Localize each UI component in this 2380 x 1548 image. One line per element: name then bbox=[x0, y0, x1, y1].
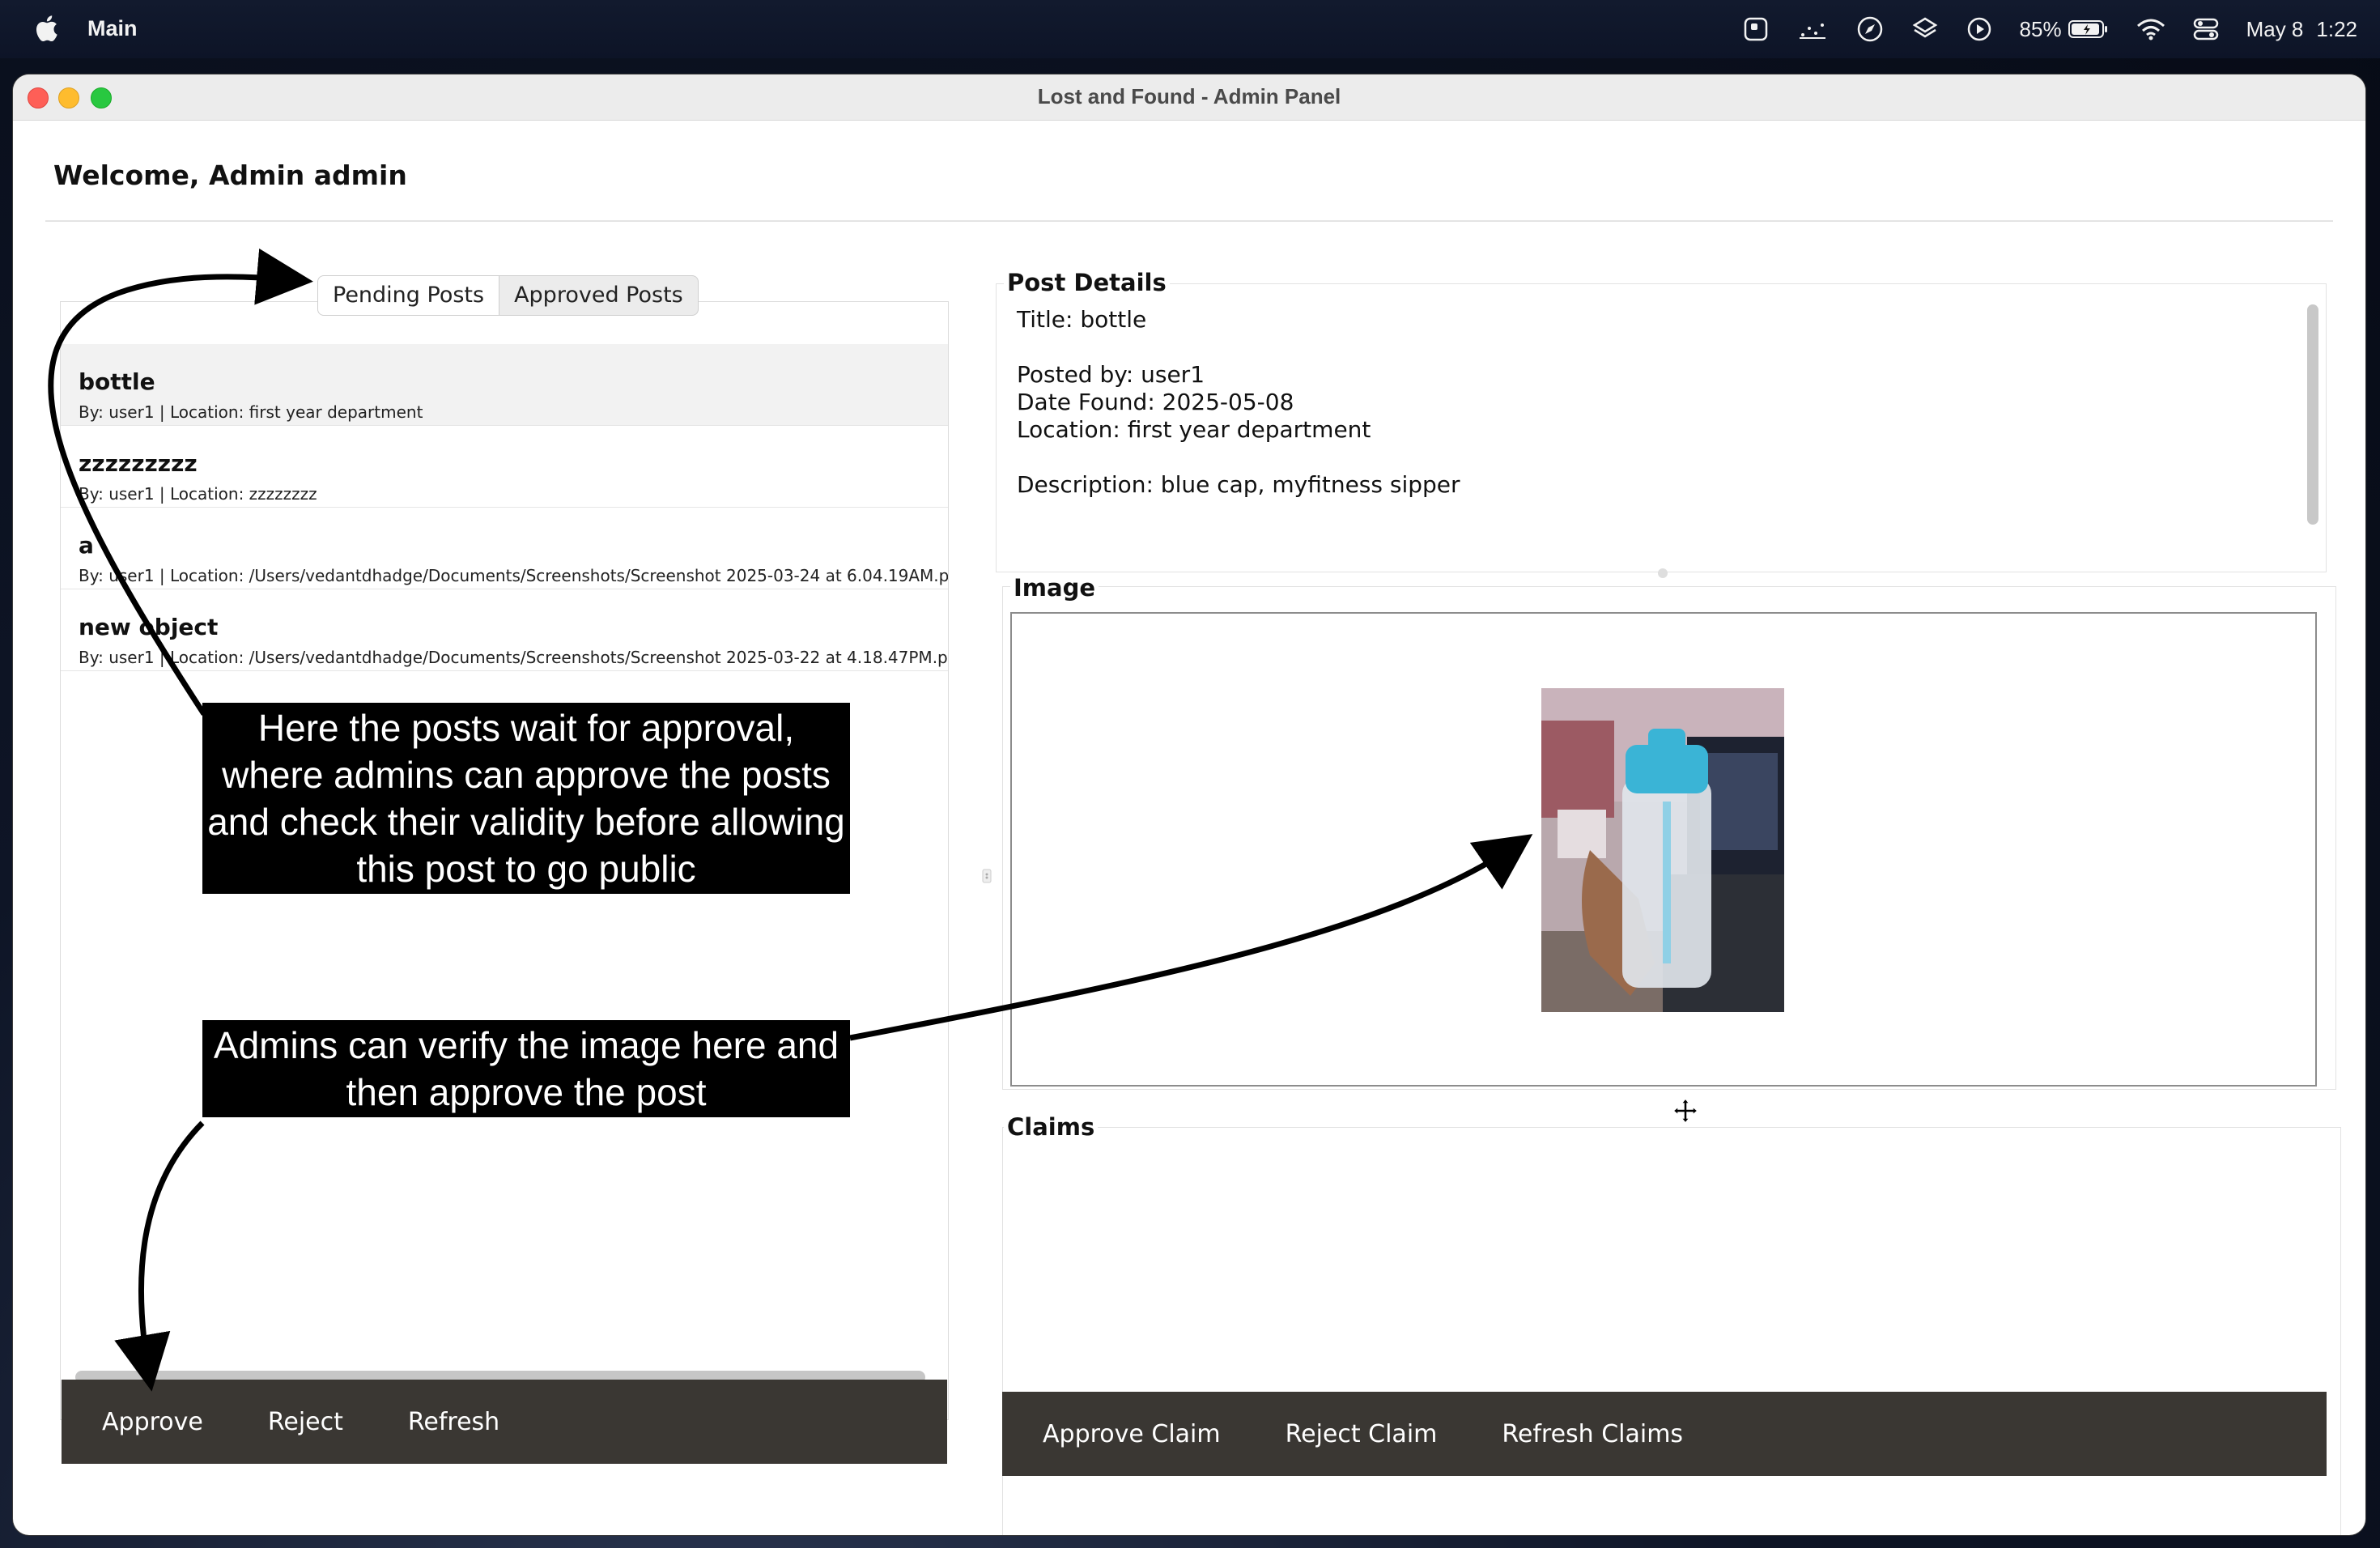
menubar-date[interactable]: May 8 bbox=[2246, 17, 2304, 42]
list-item[interactable]: a By: user1 | Location: /Users/vedantdha… bbox=[61, 508, 948, 589]
menubar: Main 85% May 8 1:22 bbox=[0, 0, 2380, 58]
pending-posts-callout: Here the posts wait for approval, where … bbox=[202, 703, 850, 894]
admin-window: Lost and Found - Admin Panel Welcome, Ad… bbox=[13, 74, 2365, 1535]
refresh-button[interactable]: Refresh bbox=[408, 1408, 499, 1436]
post-details-text[interactable]: Title: bottle Posted by: user1 Date Foun… bbox=[1017, 306, 1460, 499]
split-pane-handle-icon[interactable] bbox=[981, 868, 992, 884]
post-title: zzzzzzzzz bbox=[79, 450, 198, 477]
reject-button[interactable]: Reject bbox=[268, 1408, 343, 1436]
post-meta: By: user1 | Location: first year departm… bbox=[79, 402, 423, 422]
reject-claim-button[interactable]: Reject Claim bbox=[1286, 1420, 1438, 1448]
post-title: bottle bbox=[79, 368, 155, 395]
move-cursor-icon bbox=[1672, 1097, 1699, 1125]
detail-posted-by: Posted by: user1 bbox=[1017, 361, 1205, 388]
list-item[interactable]: zzzzzzzzz By: user1 | Location: zzzzzzzz bbox=[61, 426, 948, 508]
tab-pending-posts[interactable]: Pending Posts bbox=[317, 275, 500, 316]
approve-claim-button[interactable]: Approve Claim bbox=[1043, 1420, 1221, 1448]
post-meta: By: user1 | Location: /Users/vedantdhadg… bbox=[79, 648, 948, 667]
post-title: a bbox=[79, 532, 94, 559]
post-actions-bar: Approve Reject Refresh bbox=[62, 1380, 947, 1464]
menubar-time[interactable]: 1:22 bbox=[2316, 17, 2357, 42]
wifi-icon[interactable] bbox=[2136, 18, 2165, 40]
detail-location: Location: first year department bbox=[1017, 416, 1371, 443]
post-details-heading: Post Details bbox=[1004, 269, 1170, 296]
app-name[interactable]: Main bbox=[87, 16, 138, 41]
battery-icon bbox=[2068, 20, 2107, 38]
split-divider-handle[interactable] bbox=[1658, 568, 1668, 578]
detail-description: Description: blue cap, myfitness sipper bbox=[1017, 471, 1460, 498]
post-tabs: Pending Posts Approved Posts bbox=[317, 275, 699, 316]
battery-status[interactable]: 85% bbox=[2020, 17, 2109, 42]
tab-approved-posts[interactable]: Approved Posts bbox=[499, 275, 699, 316]
image-verify-callout: Admins can verify the image here and the… bbox=[202, 1020, 850, 1117]
list-item[interactable]: new object By: user1 | Location: /Users/… bbox=[61, 589, 948, 671]
image-heading: Image bbox=[1010, 574, 1099, 602]
status-tray: 85% May 8 1:22 bbox=[1743, 13, 2357, 45]
apple-menu-icon[interactable] bbox=[34, 15, 58, 42]
play-icon[interactable] bbox=[1966, 16, 1992, 42]
activity-icon[interactable] bbox=[1796, 17, 1829, 41]
approve-button[interactable]: Approve bbox=[102, 1408, 203, 1436]
layers-icon[interactable] bbox=[1911, 15, 1939, 43]
screen-record-icon[interactable] bbox=[1743, 16, 1769, 42]
post-meta: By: user1 | Location: /Users/vedantdhadg… bbox=[79, 566, 948, 585]
compass-icon[interactable] bbox=[1856, 15, 1884, 43]
battery-percent: 85% bbox=[2019, 16, 2062, 41]
claims-heading: Claims bbox=[1004, 1113, 1099, 1141]
post-title: new object bbox=[79, 614, 219, 640]
claim-actions-bar: Approve Claim Reject Claim Refresh Claim… bbox=[1002, 1392, 2327, 1476]
divider bbox=[45, 220, 2333, 222]
control-center-icon[interactable] bbox=[2193, 17, 2219, 41]
detail-date-found: Date Found: 2025-05-08 bbox=[1017, 389, 1294, 415]
details-scrollbar[interactable] bbox=[2307, 304, 2318, 525]
post-meta: By: user1 | Location: zzzzzzzz bbox=[79, 484, 317, 504]
refresh-claims-button[interactable]: Refresh Claims bbox=[1502, 1420, 1683, 1448]
welcome-label: Welcome, Admin admin bbox=[53, 159, 407, 191]
post-photo bbox=[1541, 688, 1784, 1012]
window-title: Lost and Found - Admin Panel bbox=[1037, 84, 1341, 108]
list-item[interactable]: bottle By: user1 | Location: first year … bbox=[61, 344, 948, 426]
title-bar[interactable]: Lost and Found - Admin Panel bbox=[13, 74, 2365, 121]
detail-title: Title: bottle bbox=[1017, 306, 1147, 333]
